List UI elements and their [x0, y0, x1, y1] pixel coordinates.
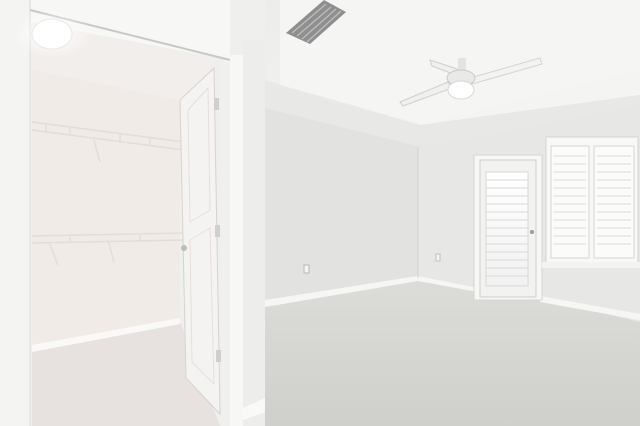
window-shutter-left: [550, 145, 590, 259]
closet-door: [179, 66, 221, 416]
door-hinge-mid: [215, 225, 220, 237]
room-photo: [0, 0, 640, 426]
door-knob-icon: [530, 230, 534, 234]
wall-outlet-right: [435, 253, 441, 262]
closet-light-icon: [31, 18, 73, 50]
closet-jamb: [222, 62, 230, 426]
door-glass: [485, 171, 529, 287]
right-wall-face: [243, 40, 265, 426]
closet-door-knob-icon: [181, 245, 187, 251]
door-hinge-top: [214, 98, 219, 110]
closet-back-wall: [32, 70, 180, 345]
door-hinge-bottom: [216, 350, 221, 362]
closet-frame-left: [0, 0, 30, 426]
window-sill: [542, 262, 640, 268]
room-illustration: [0, 0, 640, 426]
window-shutter-right: [593, 145, 635, 259]
wall-outlet: [303, 264, 310, 274]
